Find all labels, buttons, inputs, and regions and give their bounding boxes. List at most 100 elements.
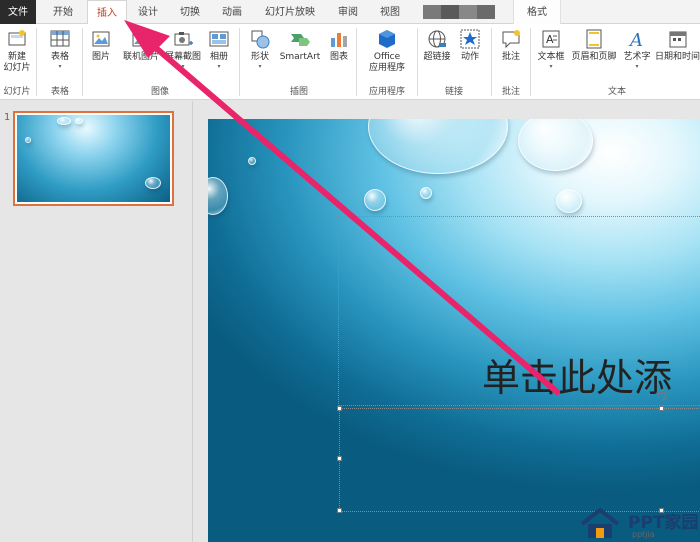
group-label-text: 文本 bbox=[607, 87, 626, 97]
shapes-button[interactable]: 形状 ▾ bbox=[244, 26, 276, 84]
datetime-icon bbox=[669, 31, 686, 48]
hyperlink-label: 超链接 bbox=[423, 52, 451, 62]
color-swatch bbox=[423, 5, 441, 19]
water-drop bbox=[208, 177, 228, 215]
logo-subtext: pptjia bbox=[632, 530, 655, 539]
shapes-icon bbox=[251, 30, 270, 49]
office-apps-label2: 应用程序 bbox=[368, 63, 405, 73]
office-apps-icon bbox=[379, 30, 395, 48]
office-apps-label: Office bbox=[373, 52, 401, 62]
album-icon bbox=[209, 31, 229, 47]
divider bbox=[530, 28, 531, 96]
wordart-button[interactable]: A 艺术字 ▾ bbox=[620, 26, 654, 84]
tab-view[interactable]: 视图 bbox=[372, 0, 408, 24]
resize-handle[interactable] bbox=[337, 456, 342, 461]
tab-transitions[interactable]: 切换 bbox=[172, 0, 208, 24]
slide-canvas[interactable]: 单击此处添 bbox=[208, 119, 700, 542]
group-label-tables: 表格 bbox=[50, 87, 69, 97]
album-label: 相册 bbox=[209, 52, 228, 62]
svg-text:A: A bbox=[628, 30, 643, 50]
water-drop bbox=[420, 187, 432, 199]
online-picture-button[interactable]: 联机图片 bbox=[118, 26, 164, 84]
shapes-label: 形状 bbox=[250, 52, 269, 62]
table-label: 表格 bbox=[50, 52, 69, 62]
divider bbox=[36, 28, 37, 96]
comment-label: 批注 bbox=[501, 52, 520, 62]
chevron-down-icon: ▾ bbox=[217, 63, 221, 70]
header-footer-button[interactable]: 页眉和页脚 bbox=[569, 26, 619, 84]
resize-handle[interactable] bbox=[337, 508, 342, 513]
ribbon-tab-bar: 文件 开始 插入 设计 切换 动画 幻灯片放映 审阅 视图 格式 bbox=[0, 0, 700, 25]
chart-button[interactable]: 图表 bbox=[326, 26, 352, 84]
chart-icon bbox=[331, 33, 347, 47]
color-swatch bbox=[441, 5, 459, 19]
smartart-label: SmartArt bbox=[279, 52, 321, 62]
water-drop bbox=[368, 119, 508, 174]
water-drop bbox=[57, 117, 71, 125]
divider bbox=[417, 28, 418, 96]
screenshot-button[interactable]: 屏幕截图 ▾ bbox=[165, 26, 201, 84]
resize-handle[interactable] bbox=[337, 406, 342, 411]
group-label-apps: 应用程序 bbox=[368, 87, 405, 97]
slide-thumbnail[interactable] bbox=[13, 111, 174, 206]
divider bbox=[491, 28, 492, 96]
picture-icon bbox=[92, 31, 110, 47]
datetime-button[interactable]: 日期和时间 bbox=[655, 26, 700, 84]
chevron-down-icon: ▾ bbox=[58, 63, 62, 70]
online-picture-icon bbox=[132, 31, 150, 47]
group-label-comments: 批注 bbox=[501, 87, 520, 97]
slide-thumbnail-image bbox=[17, 115, 170, 202]
action-button[interactable]: 动作 bbox=[455, 26, 485, 84]
hyperlink-icon bbox=[428, 30, 446, 48]
smartart-button[interactable]: SmartArt bbox=[278, 26, 322, 84]
pptjia-logo: PPT家园 pptjia bbox=[576, 506, 700, 542]
color-swatch bbox=[459, 5, 477, 19]
tab-animations[interactable]: 动画 bbox=[214, 0, 250, 24]
action-icon bbox=[460, 29, 480, 49]
water-drop bbox=[518, 119, 593, 171]
online-picture-label: 联机图片 bbox=[122, 52, 159, 62]
table-button[interactable]: 表格 ▾ bbox=[42, 26, 78, 84]
water-drop bbox=[145, 177, 161, 189]
water-drop bbox=[248, 157, 256, 165]
chart-label: 图表 bbox=[329, 52, 348, 62]
rotate-handle-icon[interactable] bbox=[655, 389, 669, 403]
svg-text:A: A bbox=[546, 33, 554, 46]
tab-slideshow[interactable]: 幻灯片放映 bbox=[258, 0, 322, 24]
color-swatch bbox=[477, 5, 495, 19]
screenshot-icon bbox=[174, 32, 193, 46]
water-drop bbox=[364, 189, 386, 211]
hyperlink-button[interactable]: 超链接 bbox=[421, 26, 453, 84]
group-label-links: 链接 bbox=[444, 87, 463, 97]
group-label-illustrations: 插图 bbox=[289, 87, 308, 97]
office-apps-button[interactable]: Office 应用程序 bbox=[360, 26, 414, 84]
ribbon-insert: 新建 幻灯片 表格 ▾ 图片 联机图片 屏幕截图 ▾ 相册 ▾ 形状 ▾ Sma… bbox=[0, 24, 700, 100]
tab-insert[interactable]: 插入 bbox=[87, 0, 127, 25]
wordart-label: 艺术字 bbox=[623, 52, 651, 62]
album-button[interactable]: 相册 ▾ bbox=[204, 26, 234, 84]
table-icon bbox=[50, 30, 70, 47]
chevron-down-icon: ▾ bbox=[181, 63, 185, 70]
header-footer-icon bbox=[586, 29, 602, 49]
divider bbox=[239, 28, 240, 96]
header-footer-label: 页眉和页脚 bbox=[571, 52, 617, 62]
water-drop bbox=[556, 189, 582, 213]
picture-button[interactable]: 图片 bbox=[86, 26, 116, 84]
water-drop bbox=[75, 118, 83, 124]
title-placeholder-text[interactable]: 单击此处添 bbox=[482, 347, 672, 402]
new-slide-icon bbox=[8, 30, 26, 46]
house-logo-icon bbox=[580, 508, 620, 538]
tab-design[interactable]: 设计 bbox=[130, 0, 166, 24]
tab-file[interactable]: 文件 bbox=[0, 0, 36, 24]
wordart-icon: A bbox=[628, 30, 643, 50]
resize-handle[interactable] bbox=[659, 406, 664, 411]
tab-home[interactable]: 开始 bbox=[44, 0, 82, 24]
new-slide-button[interactable]: 新建 幻灯片 bbox=[0, 26, 34, 84]
chevron-down-icon: ▾ bbox=[258, 63, 262, 70]
subtitle-placeholder[interactable] bbox=[339, 408, 700, 512]
tab-review[interactable]: 审阅 bbox=[330, 0, 366, 24]
water-drop bbox=[25, 137, 31, 143]
tab-format[interactable]: 格式 bbox=[513, 0, 561, 24]
textbox-button[interactable]: A 文本框 ▾ bbox=[534, 26, 568, 84]
comment-button[interactable]: 批注 bbox=[496, 26, 526, 84]
